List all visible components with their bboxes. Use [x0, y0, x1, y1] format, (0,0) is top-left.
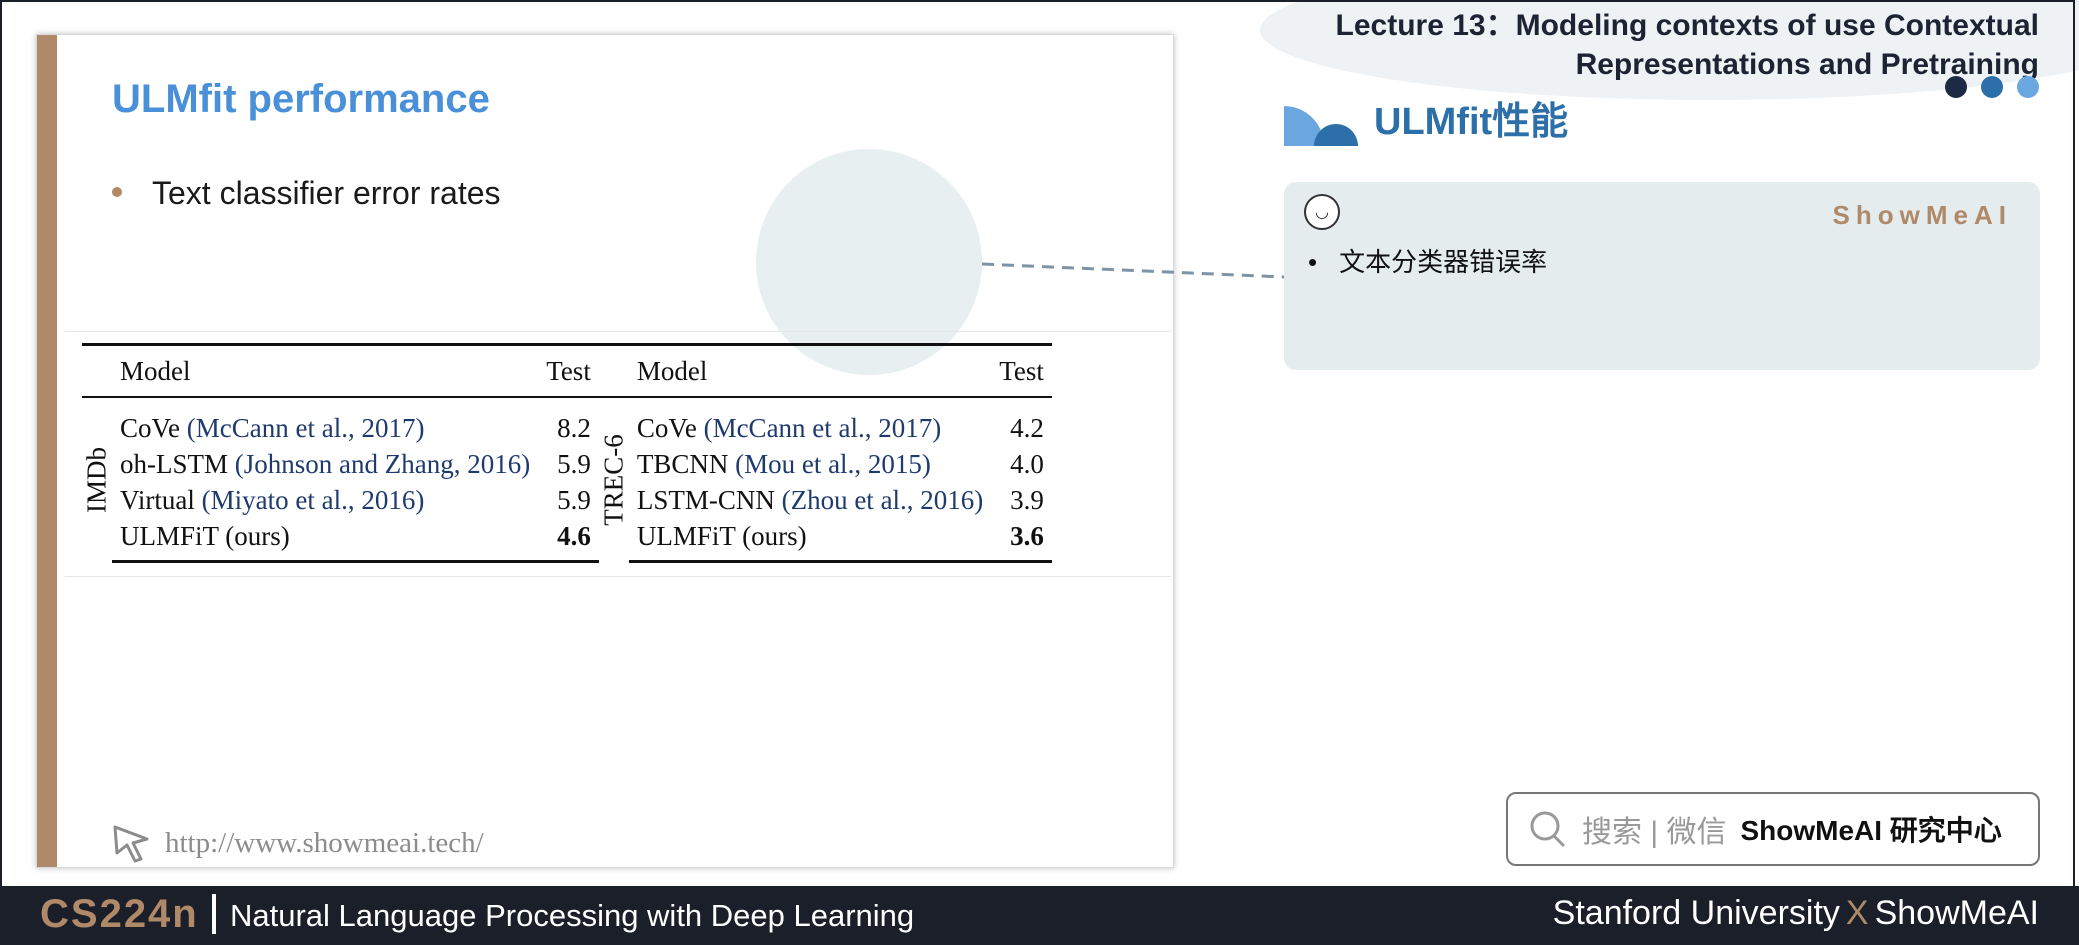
search-box[interactable]: 搜索 | 微信 ShowMeAI 研究中心 [1506, 792, 2040, 866]
title-decoration-icon [1284, 106, 1358, 146]
search-icon [1530, 811, 1566, 848]
note-bullet: • 文本分类器错误率 [1308, 247, 1548, 277]
cross-mark: X [1845, 894, 1869, 932]
course-code: CS224n [40, 892, 199, 936]
search-placeholder: 搜索 | 微信 [1582, 816, 1727, 849]
note-box: ◡ ShowMeAI • 文本分类器错误率 [1284, 182, 2040, 370]
search-brand: ShowMeAI 研究中心 [1740, 815, 2002, 846]
panel-heading: ULMfit性能 [1284, 86, 1684, 146]
university-name: Stanford University [1552, 894, 1840, 932]
robot-icon: ◡ [1304, 194, 1340, 230]
note-brand: ShowMeAI [1832, 200, 2012, 230]
footer: CS224n Natural Language Processing with … [0, 886, 2079, 945]
course-description: Natural Language Processing with Deep Le… [230, 898, 915, 933]
note-bullet-text: 文本分类器错误率 [1339, 247, 1548, 277]
panel-title: ULMfit性能 [1374, 101, 1569, 143]
footer-credits: Stanford University X ShowMeAI [1553, 894, 2039, 933]
partner-name: ShowMeAI [1874, 894, 2039, 932]
footer-separator [212, 894, 216, 934]
